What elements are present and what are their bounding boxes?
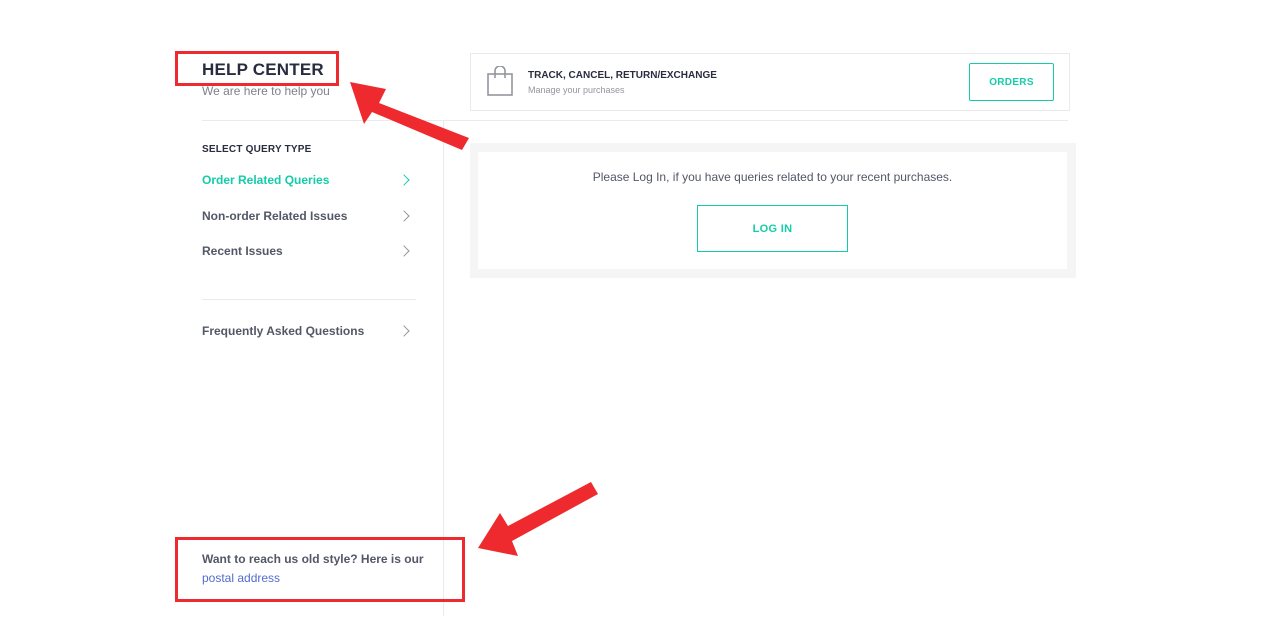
top-divider [202,120,1068,121]
sidebar-item-label: Order Related Queries [202,173,330,187]
login-button[interactable]: LOG IN [697,205,848,252]
orders-button[interactable]: ORDERS [969,63,1054,101]
sidebar-item-faq[interactable]: Frequently Asked Questions [202,321,414,341]
chevron-right-icon [398,174,410,186]
postal-highlight-box [175,537,465,602]
title-highlight-box [175,51,339,86]
sidebar-item-non-order[interactable]: Non-order Related Issues [202,206,414,226]
query-type-label: SELECT QUERY TYPE [202,144,312,155]
sidebar-item-order-related[interactable]: Order Related Queries [202,170,414,190]
sidebar-item-recent-issues[interactable]: Recent Issues [202,241,414,261]
chevron-right-icon [398,325,410,337]
login-message: Please Log In, if you have queries relat… [592,170,953,184]
arrow-to-postal [478,482,598,556]
sidebar-item-label: Frequently Asked Questions [202,324,365,338]
sidebar-item-label: Recent Issues [202,244,283,258]
track-subtitle: Manage your purchases [528,85,625,95]
sidebar-item-label: Non-order Related Issues [202,209,348,223]
chevron-right-icon [398,245,410,257]
chevron-right-icon [398,210,410,222]
arrow-to-title [350,82,469,150]
shopping-bag-icon [487,66,513,96]
page-subtitle: We are here to help you [202,84,330,98]
help-center-page: HELP CENTER We are here to help you SELE… [0,0,1280,640]
track-title: TRACK, CANCEL, RETURN/EXCHANGE [528,70,717,81]
sidebar-section-divider [202,299,416,300]
